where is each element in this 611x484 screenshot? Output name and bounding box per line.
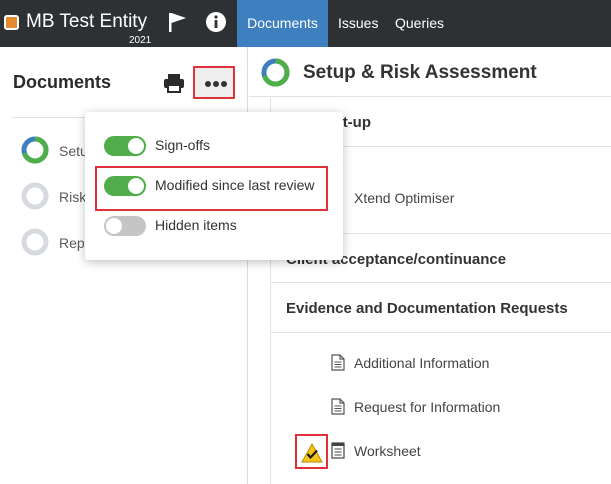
tab-documents[interactable]: Documents bbox=[237, 0, 328, 47]
top-navigation-bar: MB Test Entity 2021 Documents Issues Que… bbox=[0, 0, 611, 47]
more-options-icon-dot bbox=[221, 81, 227, 87]
section-label: Evidence and Documentation Requests bbox=[286, 300, 568, 317]
more-options-icon bbox=[205, 81, 211, 87]
worksheet-icon bbox=[331, 442, 345, 459]
document-icon bbox=[331, 354, 345, 371]
document-label: Request for Information bbox=[354, 399, 501, 415]
document-icon bbox=[331, 398, 345, 415]
page-title: Setup & Risk Assessment bbox=[303, 62, 537, 83]
menu-item-label: Hidden items bbox=[155, 217, 237, 233]
entity-year: 2021 bbox=[129, 35, 152, 46]
document-label: Additional Information bbox=[354, 355, 490, 371]
highlight-box bbox=[95, 166, 328, 211]
warning-icon[interactable] bbox=[301, 443, 323, 463]
sign-offs-toggle[interactable] bbox=[104, 136, 146, 156]
menu-item-label: Sign-offs bbox=[155, 137, 210, 153]
more-options-icon-dot bbox=[213, 81, 219, 87]
flag-icon[interactable] bbox=[167, 11, 189, 33]
entity-color-badge bbox=[4, 15, 19, 30]
menu-item-hidden-items[interactable]: Hidden items bbox=[85, 210, 343, 240]
progress-ring-icon bbox=[21, 228, 49, 256]
main-header: Setup & Risk Assessment bbox=[249, 47, 611, 97]
document-label: Xtend Optimiser bbox=[354, 190, 455, 206]
more-options-button[interactable] bbox=[193, 66, 235, 99]
tab-issues[interactable]: Issues bbox=[338, 0, 378, 47]
progress-ring-icon bbox=[261, 58, 290, 87]
entity-name[interactable]: MB Test Entity bbox=[26, 11, 147, 33]
document-row-additional-information[interactable]: Additional Information bbox=[271, 342, 611, 386]
document-row-request-for-information[interactable]: Request for Information bbox=[271, 386, 611, 430]
tab-queries[interactable]: Queries bbox=[395, 0, 444, 47]
progress-ring-icon bbox=[21, 182, 49, 210]
section-evidence-requests[interactable]: Evidence and Documentation Requests bbox=[271, 283, 611, 333]
progress-ring-icon bbox=[21, 136, 49, 164]
menu-item-sign-offs[interactable]: Sign-offs bbox=[85, 130, 343, 160]
sidebar-title: Documents bbox=[13, 72, 112, 92]
warning-highlight bbox=[295, 434, 328, 469]
sidebar-item-label: Risk bbox=[59, 189, 87, 205]
info-icon[interactable] bbox=[205, 11, 227, 33]
toggle-knob bbox=[106, 218, 122, 234]
document-row-worksheet[interactable]: Worksheet bbox=[271, 430, 611, 474]
sidebar-item-label: Setu bbox=[59, 143, 88, 159]
print-icon[interactable] bbox=[163, 73, 185, 93]
hidden-items-toggle[interactable] bbox=[104, 216, 146, 236]
document-label: Worksheet bbox=[354, 443, 421, 459]
toggle-knob bbox=[128, 138, 144, 154]
